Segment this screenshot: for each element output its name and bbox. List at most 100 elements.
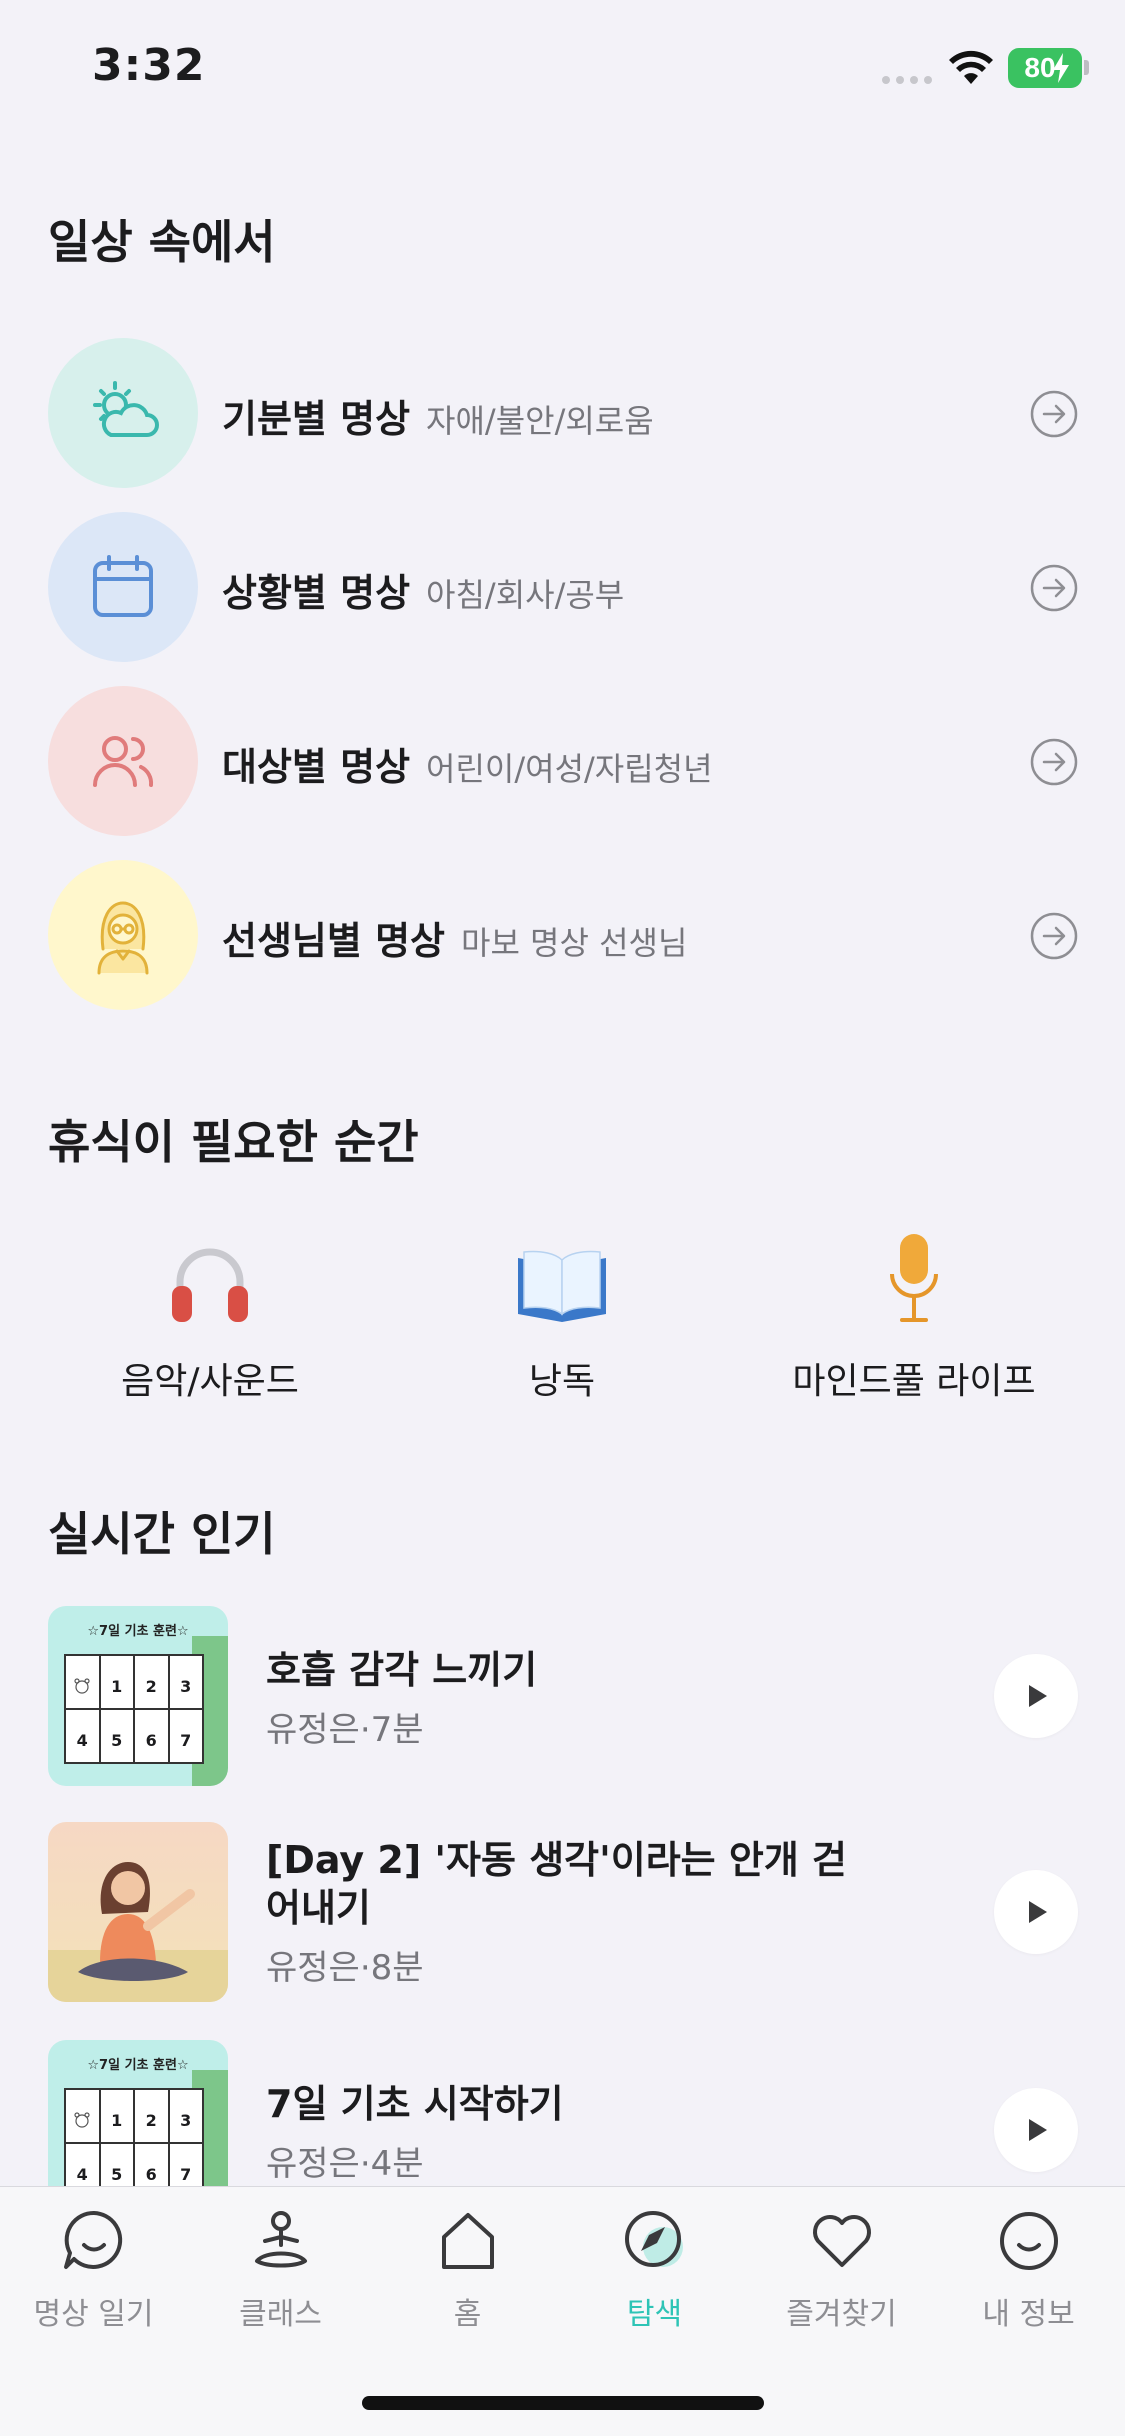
tab-label: 내 정보: [982, 2297, 1075, 2332]
book-icon: [518, 1250, 606, 1322]
category-subtitle: 마보 명상 선생님: [461, 924, 688, 962]
headphones-icon: [172, 1248, 248, 1322]
arrow-circle-right-icon[interactable]: [1030, 912, 1078, 960]
play-button[interactable]: [994, 1654, 1078, 1738]
tab-label: 즐겨찾기: [786, 2297, 897, 2332]
status-bar: 3:32 80: [0, 0, 1125, 140]
popular-section-title: 실시간 인기: [48, 1507, 276, 1561]
rest-music-sound[interactable]: 음악/사운드: [40, 1230, 380, 1410]
home-icon: [441, 2213, 494, 2269]
plan-grid: 1 2 3 4 5 6 7: [64, 2088, 204, 2198]
category-mood-text: 기분별 명상 자애/불안/외로움: [222, 388, 654, 443]
tab-my-info[interactable]: 내 정보: [935, 2207, 1122, 2337]
category-situation[interactable]: 상황별 명상 아침/회사/공부: [48, 512, 1078, 662]
home-indicator: [362, 2396, 764, 2410]
category-target-badge: [48, 686, 198, 836]
plan-cell: 1: [99, 2089, 134, 2143]
daily-section-title: 일상 속에서: [48, 215, 276, 269]
rest-label: 낭독: [528, 1361, 596, 1402]
arrow-circle-right-icon[interactable]: [1030, 738, 1078, 786]
heart-icon: [812, 2215, 871, 2267]
teddy-bear-icon: [74, 2112, 90, 2128]
weather-icon: [93, 381, 159, 437]
track-title: [Day 2] '자동 생각'이라는 안개 걷어내기: [266, 1838, 847, 1930]
play-icon: [1029, 1685, 1047, 1707]
track-title: 호흡 감각 느끼기: [266, 1648, 538, 1692]
category-title: 대상별 명상: [222, 745, 411, 789]
rest-label: 마인드풀 라이프: [792, 1361, 1036, 1402]
meditating-person-illustration: [48, 1822, 228, 2002]
signal-icon: [882, 76, 934, 84]
play-button[interactable]: [994, 1870, 1078, 1954]
track-meta: 유정은·7분: [266, 1710, 424, 1750]
rest-label: 음악/사운드: [121, 1361, 299, 1402]
plan-cell: 1: [99, 1655, 134, 1709]
status-time: 3:32: [92, 40, 206, 91]
category-title: 상황별 명상: [222, 571, 411, 615]
plan-cell: 5: [99, 1709, 134, 1763]
plan-cell-start: [65, 2089, 100, 2143]
tab-meditation-diary[interactable]: 명상 일기: [0, 2207, 187, 2337]
wifi-icon: [949, 50, 993, 84]
category-title: 기분별 명상: [222, 397, 411, 441]
category-subtitle: 자애/불안/외로움: [426, 402, 654, 440]
category-subtitle: 아침/회사/공부: [426, 576, 625, 614]
rest-reading[interactable]: 낭독: [392, 1230, 732, 1410]
compass-icon: [624, 2211, 683, 2267]
charging-bolt-icon: [1053, 53, 1069, 83]
teacher-icon: [97, 901, 149, 975]
plan-cell: 4: [65, 1709, 100, 1763]
track-thumbnail: ☆7일 기초 훈련☆ 1 2 3 4 5 6 7: [48, 1606, 228, 1786]
plan-thumbnail-title: ☆7일 기초 훈련☆: [87, 1624, 189, 1639]
plan-cell: 2: [134, 2089, 169, 2143]
category-mood-badge: [48, 338, 198, 488]
chat-smile-icon: [63, 2210, 122, 2269]
category-subtitle: 어린이/여성/자립청년: [426, 750, 713, 788]
tab-explore[interactable]: 탐색: [561, 2207, 748, 2337]
tab-class[interactable]: 클래스: [187, 2207, 374, 2337]
play-icon: [1029, 2119, 1047, 2141]
plan-cell: 6: [134, 1709, 169, 1763]
category-situation-badge: [48, 512, 198, 662]
category-title: 선생님별 명상: [222, 919, 445, 963]
play-button[interactable]: [994, 2088, 1078, 2172]
tab-label: 명상 일기: [33, 2297, 154, 2332]
plan-cell: 2: [134, 1655, 169, 1709]
category-target[interactable]: 대상별 명상 어린이/여성/자립청년: [48, 686, 1078, 836]
plan-cell: 3: [168, 2089, 203, 2143]
track-thumbnail: [48, 1822, 228, 2002]
rest-mindful-life[interactable]: 마인드풀 라이프: [744, 1230, 1084, 1410]
arrow-circle-right-icon[interactable]: [1030, 390, 1078, 438]
people-icon: [93, 736, 154, 787]
arrow-circle-right-icon[interactable]: [1030, 564, 1078, 612]
category-mood[interactable]: 기분별 명상 자애/불안/외로움: [48, 338, 1078, 488]
meditation-icon: [254, 2211, 307, 2268]
category-target-text: 대상별 명상 어린이/여성/자립청년: [222, 736, 713, 791]
popular-track-2[interactable]: [Day 2] '자동 생각'이라는 안개 걷어내기 유정은·8분: [48, 1822, 1078, 2002]
teddy-bear-icon: [74, 1678, 90, 1694]
track-title: 7일 기초 시작하기: [266, 2082, 564, 2126]
track-meta: 유정은·4분: [266, 2144, 424, 2184]
plan-cell-start: [65, 1655, 100, 1709]
plan-thumbnail: ☆7일 기초 훈련☆ 1 2 3 4 5 6 7: [48, 1606, 228, 1786]
category-teacher-text: 선생님별 명상 마보 명상 선생님: [222, 910, 687, 965]
plan-grid: 1 2 3 4 5 6 7: [64, 1654, 204, 1764]
popular-track-1[interactable]: ☆7일 기초 훈련☆ 1 2 3 4 5 6 7 호흡 감각 느끼기 유정은·7…: [48, 1606, 1078, 1786]
plan-cell: 7: [168, 1709, 203, 1763]
category-situation-text: 상황별 명상 아침/회사/공부: [222, 562, 624, 617]
category-teacher-badge: [48, 860, 198, 1010]
category-teacher[interactable]: 선생님별 명상 마보 명상 선생님: [48, 860, 1078, 1010]
plan-cell: 3: [168, 1655, 203, 1709]
plan-thumbnail-title: ☆7일 기초 훈련☆: [87, 2058, 189, 2073]
track-meta: 유정은·8분: [266, 1948, 424, 1988]
tab-label: 탐색: [626, 2297, 683, 2332]
calendar-icon: [93, 555, 153, 617]
tab-label: 클래스: [239, 2297, 322, 2332]
microphone-icon: [890, 1234, 938, 1322]
profile-smile-icon: [999, 2212, 1058, 2270]
tab-home[interactable]: 홈: [374, 2207, 561, 2337]
tab-favorites[interactable]: 즐겨찾기: [748, 2207, 935, 2337]
rest-section-title: 휴식이 필요한 순간: [48, 1115, 419, 1169]
battery-cap: [1084, 60, 1089, 75]
tab-label: 홈: [453, 2297, 482, 2332]
